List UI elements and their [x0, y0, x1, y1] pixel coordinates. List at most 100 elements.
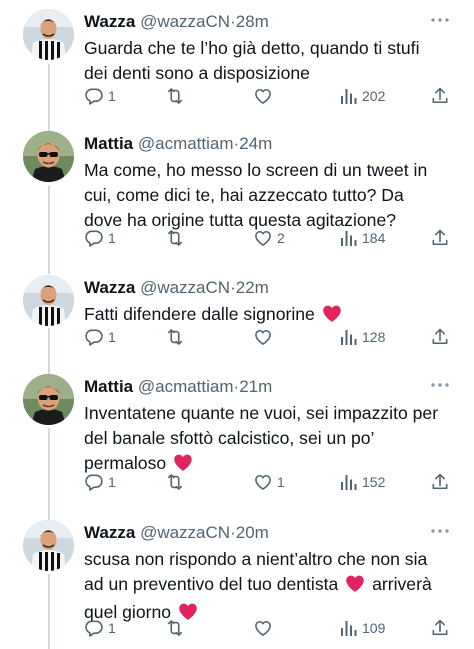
tweet-text-line: del banale sfottò calcistico, sei un po’ [84, 428, 375, 448]
like-button[interactable] [253, 326, 277, 348]
tweet[interactable]: Mattia @acmattiam·21m Inventatene quante… [0, 374, 474, 494]
reply-count: 1 [108, 620, 116, 636]
tweet-text-line: Ma come, ho messo lo screen di un tweet … [84, 160, 428, 180]
tweet-text-line: Fatti difendere dalle signorine [84, 304, 315, 324]
heart-outline-icon [253, 86, 273, 106]
views-count: 202 [362, 88, 386, 104]
tweet-header: Wazza @wazzaCN·22m [84, 277, 269, 299]
reply-button[interactable]: 1 [84, 326, 116, 348]
tweet-text: Inventatene quante ne vuoi, sei impazzit… [84, 401, 456, 479]
heart-outline-icon [253, 472, 273, 492]
views-button[interactable]: 109 [340, 617, 385, 639]
tweet-header: Mattia @acmattiam·21m [84, 376, 272, 398]
retweet-button[interactable] [164, 617, 190, 639]
share-button[interactable] [430, 326, 450, 348]
avatar[interactable] [23, 374, 74, 425]
timestamp[interactable]: 24m [239, 134, 272, 153]
share-icon [430, 86, 450, 106]
red-heart-emoji-icon [345, 574, 365, 600]
retweet-icon [164, 228, 186, 248]
tweet-text-line: permaloso [84, 453, 167, 473]
timestamp[interactable]: 22m [236, 278, 269, 297]
reply-count: 1 [108, 230, 116, 246]
tweet-header: Mattia @acmattiam·24m [84, 133, 272, 155]
views-button[interactable]: 152 [340, 471, 385, 493]
like-button[interactable]: 1 [253, 471, 285, 493]
retweet-icon [164, 618, 186, 638]
timestamp[interactable]: 20m [236, 523, 269, 542]
avatar[interactable] [23, 9, 74, 60]
display-name[interactable]: Wazza [84, 523, 135, 542]
tweet[interactable]: Mattia @acmattiam·24m Ma come, ho messo … [0, 131, 474, 251]
like-button[interactable]: 2 [253, 227, 285, 249]
timestamp[interactable]: 28m [236, 12, 269, 31]
retweet-icon [164, 472, 186, 492]
retweet-icon [164, 86, 186, 106]
tweet[interactable]: Wazza @wazzaCN·22m Fatti difendere dalle… [0, 275, 474, 355]
timestamp[interactable]: 21m [239, 377, 272, 396]
retweet-button[interactable] [164, 471, 190, 493]
more-options-icon[interactable] [430, 522, 450, 540]
heart-outline-icon [253, 327, 273, 347]
tweet[interactable]: Wazza @wazzaCN·28m Guarda che te l’ho gi… [0, 9, 474, 109]
tweet-text: scusa non rispondo a nient’altro che non… [84, 547, 456, 628]
views-chart-icon [340, 328, 358, 346]
views-button[interactable]: 184 [340, 227, 385, 249]
tweet[interactable]: Wazza @wazzaCN·20m scusa non rispondo a … [0, 520, 474, 645]
more-options-icon[interactable] [430, 376, 450, 394]
reply-icon [84, 472, 104, 492]
reply-count: 1 [108, 474, 116, 490]
reply-button[interactable]: 1 [84, 85, 116, 107]
user-handle[interactable]: @wazzaCN [140, 523, 230, 542]
retweet-button[interactable] [164, 227, 190, 249]
user-handle[interactable]: @acmattiam [138, 134, 234, 153]
reply-button[interactable]: 1 [84, 471, 116, 493]
share-button[interactable] [430, 471, 450, 493]
like-button[interactable] [253, 85, 277, 107]
reply-icon [84, 327, 104, 347]
views-button[interactable]: 202 [340, 85, 385, 107]
share-icon [430, 618, 450, 638]
avatar[interactable] [23, 520, 74, 571]
action-bar: 1 128 [84, 326, 456, 348]
avatar[interactable] [23, 131, 74, 182]
retweet-button[interactable] [164, 326, 190, 348]
display-name[interactable]: Mattia [84, 134, 133, 153]
more-options-icon[interactable] [430, 11, 450, 29]
retweet-button[interactable] [164, 85, 190, 107]
display-name[interactable]: Wazza [84, 12, 135, 31]
views-count: 109 [362, 620, 386, 636]
reply-button[interactable]: 1 [84, 227, 116, 249]
heart-outline-icon [253, 618, 273, 638]
views-button[interactable]: 128 [340, 326, 385, 348]
share-button[interactable] [430, 617, 450, 639]
reply-icon [84, 618, 104, 638]
retweet-icon [164, 327, 186, 347]
like-count: 1 [277, 474, 285, 490]
reply-button[interactable]: 1 [84, 617, 116, 639]
display-name[interactable]: Mattia [84, 377, 133, 396]
user-handle[interactable]: @acmattiam [138, 377, 234, 396]
user-handle[interactable]: @wazzaCN [140, 278, 230, 297]
reply-count: 1 [108, 88, 116, 104]
tweet-text-line: Guarda che te l’ho già detto, quando ti … [84, 38, 420, 58]
display-name[interactable]: Wazza [84, 278, 135, 297]
action-bar: 1 2 184 [84, 227, 456, 249]
avatar[interactable] [23, 275, 74, 326]
like-button[interactable] [253, 617, 277, 639]
tweet-text-line: cui, come dici te, hai azzeccato tutto? … [84, 185, 404, 205]
tweet-text-line: arriverà [372, 574, 432, 594]
reply-icon [84, 228, 104, 248]
views-chart-icon [340, 619, 358, 637]
views-count: 184 [362, 230, 386, 246]
reply-count: 1 [108, 329, 116, 345]
share-icon [430, 228, 450, 248]
share-icon [430, 472, 450, 492]
share-button[interactable] [430, 227, 450, 249]
tweet-text-line: scusa non rispondo a nient’altro che non… [84, 549, 428, 569]
share-button[interactable] [430, 85, 450, 107]
user-handle[interactable]: @wazzaCN [140, 12, 230, 31]
views-chart-icon [340, 87, 358, 105]
views-chart-icon [340, 229, 358, 247]
share-icon [430, 327, 450, 347]
